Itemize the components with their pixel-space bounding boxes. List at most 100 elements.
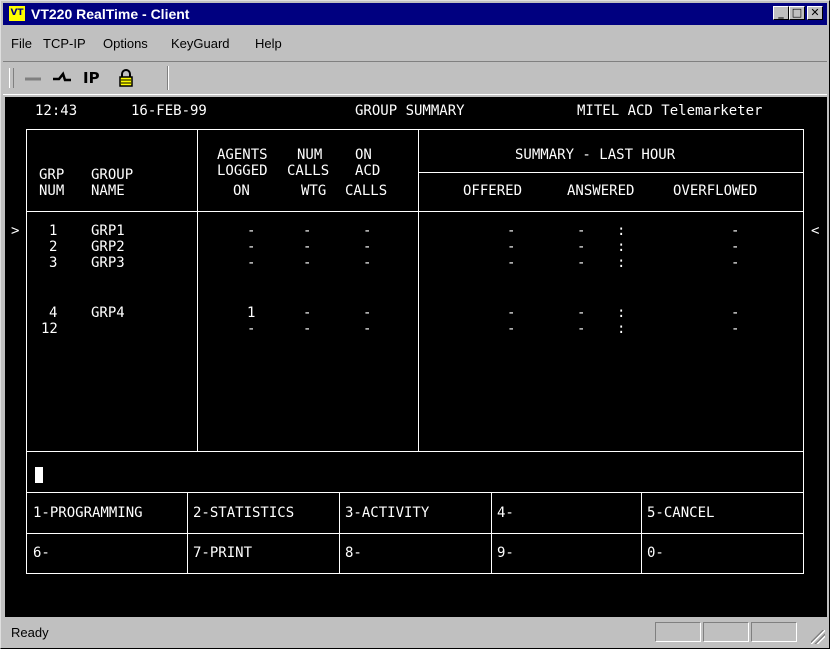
row-offered: -: [507, 255, 516, 271]
row-answered: -: [577, 255, 586, 271]
header-group: GROUP: [91, 167, 134, 183]
terminal-screen[interactable]: 12:43 16-FEB-99 GROUP SUMMARY MITEL ACD …: [5, 97, 827, 617]
header-wtg: WTG: [301, 183, 327, 199]
status-bar: Ready: [3, 622, 827, 646]
row-grp-num: 12: [41, 321, 58, 337]
header-answered: ANSWERED: [567, 183, 635, 199]
row-answered: -: [577, 305, 586, 321]
column-divider-1: [197, 129, 198, 451]
minimize-button[interactable]: _: [773, 6, 789, 20]
row-overflowed: -: [731, 321, 740, 337]
softkey-7[interactable]: 7-PRINT: [193, 545, 252, 561]
ip-icon[interactable]: IP: [83, 69, 100, 87]
row-calls-waiting: -: [303, 305, 312, 321]
terminal-cursor: [35, 467, 43, 483]
menu-keyguard[interactable]: KeyGuard: [171, 36, 230, 51]
row-agents-logged: -: [247, 223, 256, 239]
row-agents-logged: -: [247, 321, 256, 337]
table-border-left: [26, 129, 27, 574]
header-acd: ACD: [355, 163, 381, 179]
connect-icon[interactable]: [51, 69, 73, 87]
softkey-9[interactable]: 9-: [497, 545, 514, 561]
row-grp-num: 3: [49, 255, 58, 271]
toolbar-grip[interactable]: [9, 68, 14, 88]
app-icon[interactable]: VT: [9, 6, 25, 21]
row-grp-name: GRP3: [91, 255, 125, 271]
row-agents-logged: -: [247, 255, 256, 271]
row-agents-logged: 1: [247, 305, 256, 321]
softkey-5[interactable]: 5-CANCEL: [647, 505, 714, 521]
row-on-acd: -: [363, 239, 372, 255]
summary-divider: [418, 172, 804, 173]
window-title: VT220 RealTime - Client: [31, 6, 190, 22]
header-grp: GRP: [39, 167, 65, 183]
softkey-col-divider-2: [339, 492, 340, 574]
softkey-0[interactable]: 0-: [647, 545, 664, 561]
body-divider: [26, 451, 804, 452]
softkey-2[interactable]: 2-STATISTICS: [193, 505, 294, 521]
softkey-mid-divider: [26, 533, 804, 534]
lock-icon[interactable]: [119, 69, 133, 87]
screen-title: GROUP SUMMARY: [355, 103, 465, 119]
row-answered: -: [577, 239, 586, 255]
header-on-acd: ON: [355, 147, 372, 163]
header-acd-calls: CALLS: [345, 183, 388, 199]
maximize-button[interactable]: □: [789, 6, 805, 20]
left-marker: >: [11, 223, 20, 239]
app-window: VT VT220 RealTime - Client _ □ ✕ File TC…: [0, 0, 830, 649]
resize-grip-icon[interactable]: [811, 630, 825, 644]
header-agents: AGENTS: [217, 147, 268, 163]
row-calls-waiting: -: [303, 239, 312, 255]
row-separator: :: [617, 305, 626, 321]
column-divider-2: [418, 129, 419, 451]
softkey-8[interactable]: 8-: [345, 545, 362, 561]
row-overflowed: -: [731, 255, 740, 271]
status-panel-3: [751, 622, 797, 642]
row-grp-num: 1: [49, 223, 58, 239]
row-separator: :: [617, 255, 626, 271]
right-marker: <: [811, 223, 820, 239]
header-logged: LOGGED: [217, 163, 268, 179]
table-border-top: [26, 129, 804, 130]
softkey-top-divider: [26, 492, 804, 493]
menu-bar: File TCP-IP Options KeyGuard Help: [3, 36, 827, 58]
softkey-bottom-divider: [26, 573, 804, 574]
row-answered: -: [577, 321, 586, 337]
row-calls-waiting: -: [303, 321, 312, 337]
status-panel-1: [655, 622, 701, 642]
close-button[interactable]: ✕: [807, 6, 823, 20]
row-on-acd: -: [363, 255, 372, 271]
menu-options[interactable]: Options: [103, 36, 148, 51]
menu-file[interactable]: File: [11, 36, 32, 51]
softkey-col-divider-1: [187, 492, 188, 574]
menu-help[interactable]: Help: [255, 36, 282, 51]
header-on: ON: [233, 183, 250, 199]
softkey-3[interactable]: 3-ACTIVITY: [345, 505, 429, 521]
header-calls: CALLS: [287, 163, 330, 179]
row-grp-name: GRP2: [91, 239, 125, 255]
row-on-acd: -: [363, 223, 372, 239]
header-divider: [26, 211, 804, 212]
row-grp-num: 4: [49, 305, 58, 321]
time-display: 12:43: [35, 103, 78, 119]
header-offered: OFFERED: [463, 183, 523, 199]
date-display: 16-FEB-99: [131, 103, 207, 119]
softkey-6[interactable]: 6-: [33, 545, 50, 561]
title-bar[interactable]: VT VT220 RealTime - Client _ □ ✕: [3, 3, 827, 25]
header-overflowed: OVERFLOWED: [673, 183, 758, 199]
row-on-acd: -: [363, 321, 372, 337]
header-summary: SUMMARY - LAST HOUR: [515, 147, 676, 163]
row-separator: :: [617, 223, 626, 239]
row-calls-waiting: -: [303, 223, 312, 239]
table-border-right: [803, 129, 804, 574]
header-num-calls: NUM: [297, 147, 323, 163]
disconnect-icon[interactable]: [23, 69, 43, 87]
row-grp-name: GRP4: [91, 305, 125, 321]
row-offered: -: [507, 321, 516, 337]
menu-tcpip[interactable]: TCP-IP: [43, 36, 86, 51]
softkey-4[interactable]: 4-: [497, 505, 514, 521]
row-overflowed: -: [731, 239, 740, 255]
softkey-col-divider-3: [491, 492, 492, 574]
softkey-1[interactable]: 1-PROGRAMMING: [33, 505, 143, 521]
row-overflowed: -: [731, 305, 740, 321]
